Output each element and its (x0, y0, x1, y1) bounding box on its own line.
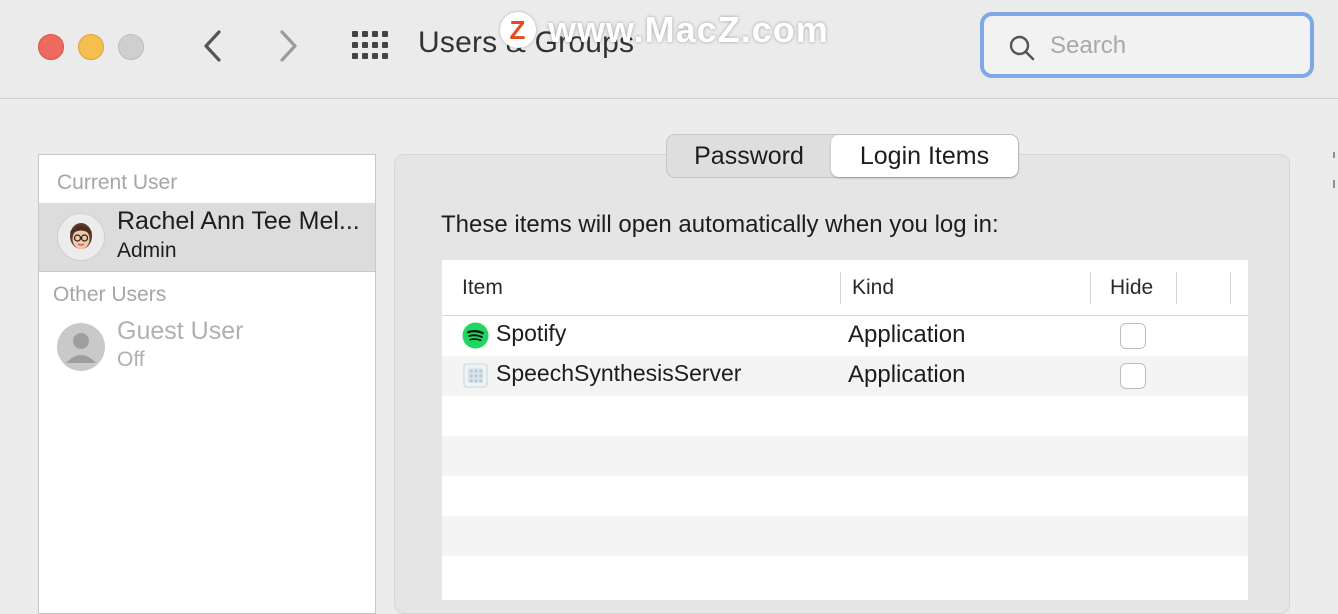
empty-row (442, 556, 1248, 596)
empty-row (442, 396, 1248, 436)
chevron-left-icon (204, 30, 221, 62)
grid-icon (352, 31, 388, 59)
close-window-button[interactable] (38, 34, 64, 60)
search-field[interactable] (980, 12, 1314, 78)
item-kind: Application (848, 361, 966, 388)
search-icon (1009, 35, 1035, 61)
speech-synthesis-icon (463, 363, 488, 388)
watermark-logo: Z (500, 12, 536, 48)
window-toolbar: Users & Groups Z www.MacZ.com (0, 0, 1338, 99)
item-name: SpeechSynthesisServer (496, 360, 742, 386)
table-row[interactable]: Spotify Application (442, 316, 1248, 356)
table-header: Item Kind Hide (442, 260, 1248, 316)
item-kind: Application (848, 321, 966, 348)
watermark: Z www.MacZ.com (500, 8, 829, 52)
login-items-description: These items will open automatically when… (441, 211, 999, 238)
user-item-current[interactable]: Rachel Ann Tee Mel... Admin (39, 203, 375, 272)
column-divider (1230, 272, 1231, 304)
column-divider[interactable] (840, 272, 841, 304)
spotify-icon (462, 322, 489, 349)
login-items-table: Item Kind Hide Spotify Application Speec… (442, 260, 1248, 600)
column-divider[interactable] (1090, 272, 1091, 304)
item-name: Spotify (496, 320, 567, 346)
hide-checkbox[interactable] (1120, 323, 1146, 349)
column-header-item[interactable]: Item (462, 276, 503, 300)
current-user-section-label: Current User (57, 171, 178, 194)
current-user-role: Admin (117, 239, 177, 262)
column-divider[interactable] (1176, 272, 1177, 304)
minimize-window-button[interactable] (78, 34, 104, 60)
tab-bar: Password Login Items (666, 134, 1019, 178)
avatar (57, 213, 105, 261)
back-button[interactable] (194, 26, 234, 66)
current-user-name: Rachel Ann Tee Mel... (117, 207, 360, 235)
window-edge-marks (1333, 152, 1335, 188)
search-input[interactable] (1048, 28, 1292, 64)
search-box[interactable] (984, 16, 1310, 74)
show-all-button[interactable] (350, 28, 390, 64)
tab-login-items[interactable]: Login Items (831, 135, 1018, 177)
hide-checkbox[interactable] (1120, 363, 1146, 389)
empty-row (442, 516, 1248, 556)
column-header-hide[interactable]: Hide (1110, 276, 1153, 300)
watermark-text: www.MacZ.com (548, 9, 829, 50)
forward-button[interactable] (268, 26, 308, 66)
users-sidebar: Current User Rachel Ann Tee Mel... Admin… (38, 154, 376, 614)
empty-row (442, 476, 1248, 516)
tab-password[interactable]: Password (667, 135, 831, 177)
user-silhouette-icon (66, 333, 96, 363)
memoji-avatar-icon (70, 223, 92, 249)
column-header-kind[interactable]: Kind (852, 276, 894, 300)
guest-avatar[interactable] (57, 323, 105, 371)
table-row[interactable]: SpeechSynthesisServer Application (442, 356, 1248, 396)
empty-row (442, 436, 1248, 476)
other-users-section-label: Other Users (53, 283, 167, 306)
chevron-right-icon (280, 30, 297, 62)
guest-user-name[interactable]: Guest User (117, 317, 243, 346)
guest-user-status: Off (117, 348, 145, 371)
zoom-window-button[interactable] (118, 34, 144, 60)
